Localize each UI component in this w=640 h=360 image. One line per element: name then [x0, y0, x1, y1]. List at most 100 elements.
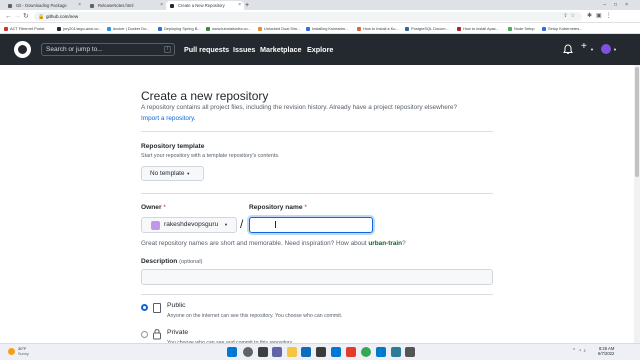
- bookmark-icon: [405, 26, 409, 31]
- tab-label: Create a New Repository: [178, 3, 225, 8]
- browser-tab[interactable]: Git - Downloading Package ×: [4, 1, 84, 10]
- address-bar-actions[interactable]: ⇪☆: [563, 12, 578, 21]
- bookmark-item[interactable]: Setup Kubernetes...: [542, 23, 582, 34]
- store-icon[interactable]: [316, 347, 326, 357]
- divider: [141, 294, 493, 295]
- nav-pull-requests[interactable]: Pull requests: [184, 44, 229, 55]
- bookmark-item[interactable]: jury201/argo-ansi-co...: [57, 23, 102, 34]
- repository-name-label: Repository name *: [249, 204, 307, 211]
- back-arrow-icon[interactable]: ←: [5, 12, 12, 21]
- bookmark-icon: [508, 26, 512, 31]
- bookmark-icon: [158, 26, 162, 31]
- template-help-text: Start your repository with a template re…: [141, 153, 280, 159]
- owner-repo-separator: /: [240, 217, 244, 231]
- weather-description: Sunny: [18, 352, 29, 356]
- close-tab-icon[interactable]: ×: [160, 1, 163, 10]
- bookmark-label: docker | Docker Do...: [113, 26, 150, 31]
- start-windows-icon[interactable]: [227, 347, 237, 357]
- lock-icon: 🔒: [38, 13, 45, 20]
- slash-shortcut-icon: /: [164, 46, 171, 53]
- taskbar-clock[interactable]: 8:26 AM 6/7/2022: [598, 346, 614, 356]
- address-bar[interactable]: 🔒 github.com/new ⇪☆: [34, 12, 582, 21]
- chevron-down-icon: ▼: [224, 222, 228, 227]
- import-repository-link[interactable]: Import a repository.: [141, 115, 196, 122]
- page-scrollbar[interactable]: [634, 65, 640, 345]
- task-view-icon[interactable]: [258, 347, 268, 357]
- bookmark-item[interactable]: Deploying Spring B...: [158, 23, 201, 34]
- bookmark-item[interactable]: Installing Kubeadm...: [306, 23, 348, 34]
- vscode-icon[interactable]: [376, 347, 386, 357]
- chevron-down-icon[interactable]: ▼: [590, 47, 594, 52]
- close-tab-icon[interactable]: ×: [238, 1, 241, 10]
- bookmark-item[interactable]: ACT Fibernet Portal: [4, 23, 44, 34]
- bookmark-item[interactable]: Node Setup: [508, 23, 535, 34]
- owner-select-button[interactable]: rakeshdevopsguru ▼: [141, 217, 237, 233]
- edge-icon[interactable]: [301, 347, 311, 357]
- app-icon[interactable]: [391, 347, 401, 357]
- extensions-bar[interactable]: ✱▣⋮: [587, 12, 616, 21]
- search-input[interactable]: [46, 44, 156, 55]
- repository-name-input[interactable]: [249, 217, 373, 233]
- github-header: / Pull requests Issues Marketplace Explo…: [0, 34, 640, 65]
- bookmark-label: jury201/argo-ansi-co...: [63, 26, 102, 31]
- bookmark-icon: [357, 26, 361, 31]
- chevron-down-icon: ▼: [186, 171, 191, 176]
- nav-explore[interactable]: Explore: [307, 44, 333, 55]
- divider: [141, 131, 493, 132]
- bookmark-icon: [107, 26, 111, 31]
- search-icon[interactable]: [243, 347, 253, 357]
- private-radio[interactable]: [141, 331, 148, 338]
- github-logo-icon[interactable]: [14, 41, 31, 58]
- app-icon[interactable]: [346, 347, 356, 357]
- tab-favicon-icon: [90, 3, 94, 8]
- bookmark-label: ACT Fibernet Portal: [10, 26, 45, 31]
- bookmark-item[interactable]: docker | Docker Do...: [107, 23, 149, 34]
- bookmark-item[interactable]: How to install Apac...: [457, 23, 499, 34]
- template-label: Repository template: [141, 143, 205, 150]
- chevron-down-icon[interactable]: ▼: [613, 47, 617, 52]
- page-title: Create a new repository: [141, 89, 269, 103]
- owner-label-text: Owner: [141, 204, 162, 211]
- nav-marketplace[interactable]: Marketplace: [260, 44, 302, 55]
- bookmark-item[interactable]: www.tutorialsinfra.co...: [206, 23, 251, 34]
- file-explorer-icon[interactable]: [287, 347, 297, 357]
- name-suggestion-link[interactable]: urban-train: [368, 240, 402, 247]
- avatar[interactable]: [601, 44, 611, 54]
- repository-name-hint: Great repository names are short and mem…: [141, 240, 406, 247]
- owner-avatar: [151, 221, 160, 230]
- scrollbar-thumb[interactable]: [635, 67, 639, 177]
- browser-tab-active[interactable]: Create a New Repository ×: [166, 1, 244, 10]
- reload-icon[interactable]: ↻: [23, 12, 29, 21]
- github-favicon-icon: [170, 3, 174, 8]
- bookmark-icon: [258, 26, 262, 31]
- system-tray-icons[interactable]: ⌃◔♪: [572, 348, 588, 354]
- mail-icon[interactable]: [331, 347, 341, 357]
- search-box[interactable]: /: [41, 43, 175, 56]
- bookmark-label: PostgreSQL Docum...: [411, 26, 449, 31]
- url-text: github.com/new: [46, 14, 79, 19]
- bookmark-item[interactable]: PostgreSQL Docum...: [405, 23, 449, 34]
- chrome-icon[interactable]: [361, 347, 371, 357]
- create-new-plus-icon[interactable]: +: [581, 41, 587, 53]
- close-tab-icon[interactable]: ×: [78, 1, 81, 10]
- hint-text: Great repository names are short and mem…: [141, 240, 367, 247]
- browser-tab[interactable]: ReleaseNotes.html ×: [86, 1, 166, 10]
- notifications-bell-icon[interactable]: [563, 44, 573, 55]
- nav-issues[interactable]: Issues: [233, 44, 255, 55]
- bookmark-item[interactable]: Unlocked Dual Sim...: [258, 23, 300, 34]
- new-tab-button[interactable]: +: [245, 1, 249, 10]
- bookmark-item[interactable]: How to Install a Ku...: [357, 23, 399, 34]
- public-radio[interactable]: [141, 304, 148, 311]
- tab-label: ReleaseNotes.html: [98, 3, 134, 8]
- description-label: Description (optional): [141, 258, 202, 265]
- template-select-button[interactable]: No template ▼: [141, 166, 204, 181]
- app-icon[interactable]: [405, 347, 415, 357]
- forward-arrow-icon[interactable]: →: [14, 12, 21, 21]
- window-controls[interactable]: –□×: [603, 0, 636, 10]
- chat-icon[interactable]: [272, 347, 282, 357]
- text-cursor-icon: [275, 221, 276, 228]
- owner-label: Owner *: [141, 204, 166, 211]
- browser-toolbar: ← → ↻ 🔒 github.com/new ⇪☆: [0, 10, 640, 23]
- tab-label: Git - Downloading Package: [16, 3, 67, 8]
- description-input[interactable]: [141, 269, 493, 285]
